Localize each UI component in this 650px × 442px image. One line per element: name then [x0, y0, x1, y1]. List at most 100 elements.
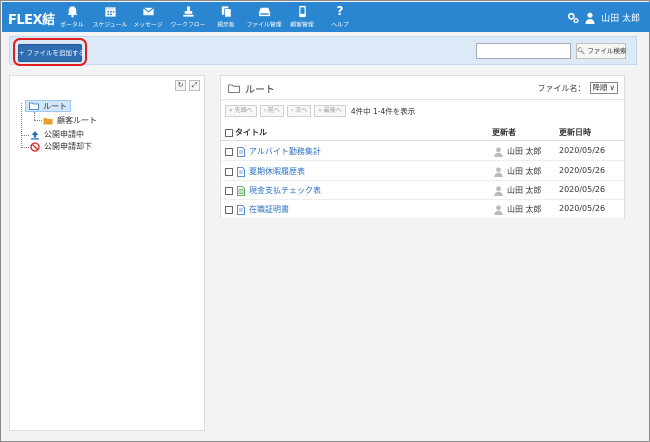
current-folder-name: ルート	[245, 85, 275, 96]
row-checkbox[interactable]	[225, 186, 233, 195]
sort-control: ファイル名： 降順 ∨	[538, 82, 618, 94]
select-all-checkbox[interactable]	[225, 128, 233, 137]
expand-button[interactable]: ⤢	[189, 80, 200, 91]
pager-prev-button[interactable]: ‹ 前へ	[259, 105, 284, 117]
tree-connector	[34, 120, 42, 121]
file-title-link[interactable]: 現金支払チェック表	[249, 185, 321, 196]
tree-node-root[interactable]: ルート	[25, 100, 71, 112]
nav-label: 顧客管理	[290, 21, 314, 29]
tree-connector	[34, 112, 35, 120]
file-title-link[interactable]: 在職証明書	[249, 204, 289, 215]
updater-column-header[interactable]: 更新者	[492, 127, 516, 138]
updated-date: 2020/05/26	[559, 166, 606, 175]
file-title-cell: 在職証明書	[225, 204, 289, 215]
file-row[interactable]: アルバイト勤務集計 山田 太郎 2020/05/26	[221, 142, 624, 161]
updater-name: 山田 太郎	[507, 167, 542, 176]
file-title-cell: 現金支払チェック表	[225, 185, 321, 196]
tree-node-label: 公開申請却下	[44, 142, 92, 151]
forbidden-icon	[30, 141, 40, 152]
stamp-icon	[182, 6, 194, 17]
sort-order-select[interactable]: 降順 ∨	[589, 82, 618, 94]
top-navbar: FLEX結 ポータル スケジュール メッセージ ワークフロー 掲示板 ファイル管…	[2, 2, 650, 32]
highlight-annotation	[13, 38, 87, 66]
file-title-link[interactable]: アルバイト勤務集計	[249, 146, 321, 157]
row-checkbox[interactable]	[225, 167, 233, 176]
nav-label: ポータル	[60, 21, 84, 29]
folder-open-icon	[29, 102, 39, 110]
nav-label: ワークフロー	[170, 21, 206, 29]
file-search-input[interactable]	[476, 43, 571, 59]
app-logo[interactable]: FLEX結	[8, 9, 55, 28]
tree-node-customer-root[interactable]: 顧客ルート	[43, 115, 97, 126]
file-title-link[interactable]: 夏期休暇履歴表	[249, 166, 305, 177]
tree-node-publish-pending[interactable]: 公開申請中	[30, 129, 84, 140]
tree-node-publish-rejected[interactable]: 公開申請却下	[30, 141, 92, 152]
file-row[interactable]: 在職証明書 山田 太郎 2020/05/26	[221, 200, 624, 219]
document-icon	[237, 204, 245, 215]
row-checkbox[interactable]	[225, 205, 233, 214]
user-name[interactable]: 山田 太郎	[601, 11, 640, 24]
file-title-cell: アルバイト勤務集計	[225, 146, 321, 157]
nav-label: 掲示板	[217, 21, 235, 29]
user-avatar-icon	[494, 185, 503, 196]
updated-date: 2020/05/26	[559, 146, 606, 155]
updated-column-header[interactable]: 更新日時	[559, 127, 591, 138]
folder-header: ルート ファイル名： 降順 ∨	[221, 76, 624, 100]
nav-portal[interactable]: ポータル	[52, 5, 92, 29]
expand-icon: ⤢	[191, 81, 198, 89]
drive-icon	[258, 7, 270, 17]
file-row[interactable]: 現金支払チェック表 山田 太郎 2020/05/26	[221, 181, 624, 200]
folder-icon	[43, 117, 53, 124]
title-column-header: タイトル	[225, 127, 267, 138]
nav-label: スケジュール	[92, 21, 128, 29]
app-window: FLEX結 ポータル スケジュール メッセージ ワークフロー 掲示板 ファイル管…	[0, 0, 650, 442]
file-table-header: タイトル 更新者 更新日時	[221, 124, 624, 141]
board-icon	[221, 6, 232, 18]
user-menu[interactable]: 山田 太郎	[567, 11, 640, 24]
folder-tree-panel: ↻ ⤢ ルート 顧客ルート 公開申請中 公開申請却下	[9, 75, 205, 431]
file-toolbar: + ファイルを追加する 🔍︎ ファイル検索	[9, 36, 637, 65]
nav-schedule[interactable]: スケジュール	[90, 5, 130, 29]
updater-cell: 山田 太郎	[494, 185, 542, 196]
gears-icon[interactable]	[567, 12, 579, 24]
pager-next-button[interactable]: › 次へ	[286, 105, 312, 117]
pagination: « 先頭へ ‹ 前へ › 次へ » 最後へ 4件中 1-4件を表示	[225, 105, 415, 117]
tree-connector	[21, 103, 22, 148]
folder-open-icon	[228, 84, 240, 93]
nav-board[interactable]: 掲示板	[206, 5, 246, 29]
nav-workflow[interactable]: ワークフロー	[168, 5, 208, 29]
bell-icon	[67, 6, 77, 18]
updater-name: 山田 太郎	[507, 147, 542, 156]
updater-name: 山田 太郎	[507, 205, 542, 214]
file-search-button[interactable]: 🔍︎ ファイル検索	[576, 43, 626, 59]
pager-first-button[interactable]: « 先頭へ	[225, 105, 257, 117]
file-row[interactable]: 夏期休暇履歴表 山田 太郎 2020/05/26	[221, 162, 624, 181]
nav-label: ファイル管理	[246, 21, 282, 29]
updated-date: 2020/05/26	[559, 185, 606, 194]
pager-last-button[interactable]: » 最後へ	[314, 105, 346, 117]
user-avatar-icon	[494, 166, 503, 177]
updater-cell: 山田 太郎	[494, 204, 542, 215]
phone-icon	[298, 5, 306, 18]
row-checkbox[interactable]	[225, 147, 233, 156]
file-title-cell: 夏期休暇履歴表	[225, 166, 305, 177]
updater-cell: 山田 太郎	[494, 146, 542, 157]
user-avatar-icon	[494, 204, 503, 215]
updater-cell: 山田 太郎	[494, 166, 542, 177]
chevron-down-icon: ∨	[609, 83, 616, 92]
envelope-icon	[142, 7, 154, 16]
pager-info: 4件中 1-4件を表示	[350, 106, 416, 116]
refresh-button[interactable]: ↻	[175, 80, 186, 91]
tree-tools: ↻ ⤢	[175, 80, 200, 91]
sort-value: 降順	[592, 83, 608, 92]
nav-label: ヘルプ	[331, 21, 349, 29]
nav-help[interactable]: ? ヘルプ	[320, 5, 360, 29]
nav-customer-management[interactable]: 顧客管理	[282, 5, 322, 29]
nav-message[interactable]: メッセージ	[128, 5, 168, 29]
nav-label: メッセージ	[133, 21, 163, 29]
tree-connector	[21, 147, 29, 148]
title-column-label[interactable]: タイトル	[235, 127, 267, 138]
calendar-icon	[104, 7, 116, 17]
nav-file-management[interactable]: ファイル管理	[244, 5, 284, 29]
file-list-panel: ルート ファイル名： 降順 ∨ « 先頭へ ‹ 前へ › 次へ » 最後へ 4件…	[220, 75, 625, 219]
